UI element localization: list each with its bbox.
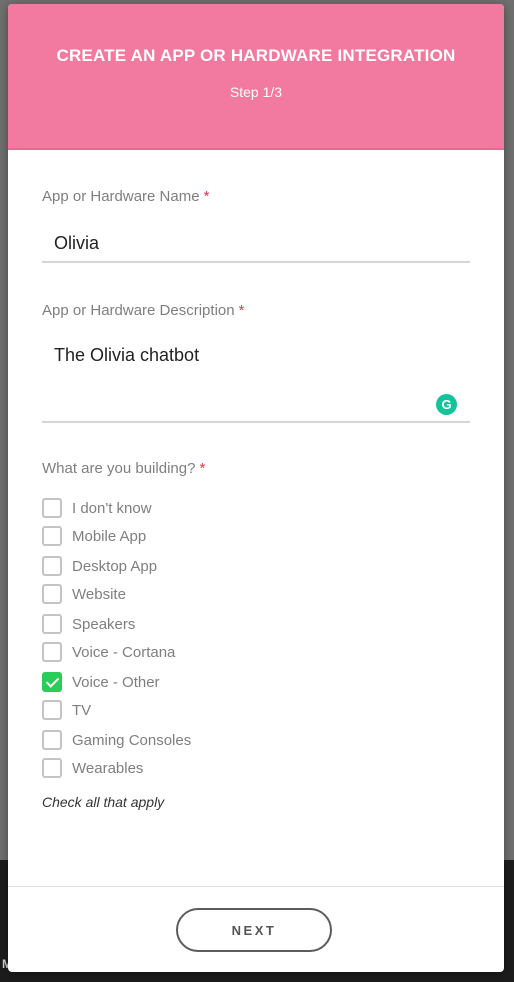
- option-label: Wearables: [72, 759, 144, 777]
- option-label: Voice - Cortana: [72, 643, 176, 661]
- name-input[interactable]: Olivia: [54, 233, 99, 254]
- option-checkbox-row[interactable]: Wearables: [42, 757, 143, 779]
- integration-modal: CREATE AN APP OR HARDWARE INTEGRATION St…: [8, 4, 504, 972]
- next-button[interactable]: NEXT: [176, 908, 332, 952]
- checkbox[interactable]: [42, 700, 62, 720]
- option-checkbox-row[interactable]: Voice - Cortana: [42, 641, 175, 663]
- checkbox[interactable]: [42, 556, 62, 576]
- option-checkbox-row[interactable]: I don't know: [42, 497, 152, 519]
- checkbox[interactable]: [42, 584, 62, 604]
- checkbox[interactable]: [42, 758, 62, 778]
- building-question-label: What are you building? *: [42, 460, 206, 477]
- option-label: TV: [72, 701, 92, 719]
- option-label: Speakers: [72, 615, 136, 633]
- option-checkbox-row[interactable]: Speakers: [42, 613, 135, 635]
- option-checkbox-row[interactable]: Website: [42, 583, 126, 605]
- step-indicator: Step 1/3: [229, 84, 283, 100]
- required-marker: *: [199, 460, 206, 477]
- description-input-underline: [42, 421, 470, 423]
- option-checkbox-row[interactable]: Voice - Other: [42, 671, 160, 693]
- description-field-label: App or Hardware Description *: [42, 302, 245, 319]
- option-checkbox-row[interactable]: Desktop App: [42, 555, 157, 577]
- option-checkbox-row[interactable]: TV: [42, 699, 91, 721]
- name-input-underline: [42, 261, 470, 263]
- checkbox-checked[interactable]: [42, 672, 62, 692]
- modal-title: CREATE AN APP OR HARDWARE INTEGRATION: [56, 46, 456, 65]
- option-label: Website: [72, 585, 126, 603]
- option-label: Desktop App: [72, 557, 158, 575]
- footer-divider: [8, 886, 504, 887]
- grammarly-icon[interactable]: G: [436, 394, 457, 415]
- checkbox[interactable]: [42, 642, 62, 662]
- checkbox[interactable]: [42, 498, 62, 518]
- option-label: Mobile App: [72, 527, 147, 545]
- modal-header: CREATE AN APP OR HARDWARE INTEGRATION St…: [8, 4, 504, 150]
- checkbox[interactable]: [42, 614, 62, 634]
- option-checkbox-row[interactable]: Mobile App: [42, 525, 146, 547]
- checkbox[interactable]: [42, 526, 62, 546]
- option-label: Voice - Other: [72, 673, 160, 691]
- name-field-label: App or Hardware Name *: [42, 188, 210, 205]
- option-label: Gaming Consoles: [72, 731, 192, 749]
- required-marker: *: [238, 302, 245, 319]
- option-label: I don't know: [72, 499, 152, 517]
- checkbox-hint: Check all that apply: [42, 794, 165, 810]
- description-textarea[interactable]: The Olivia chatbot: [54, 345, 199, 366]
- checkbox[interactable]: [42, 730, 62, 750]
- option-checkbox-row[interactable]: Gaming Consoles: [42, 729, 191, 751]
- required-marker: *: [203, 188, 210, 205]
